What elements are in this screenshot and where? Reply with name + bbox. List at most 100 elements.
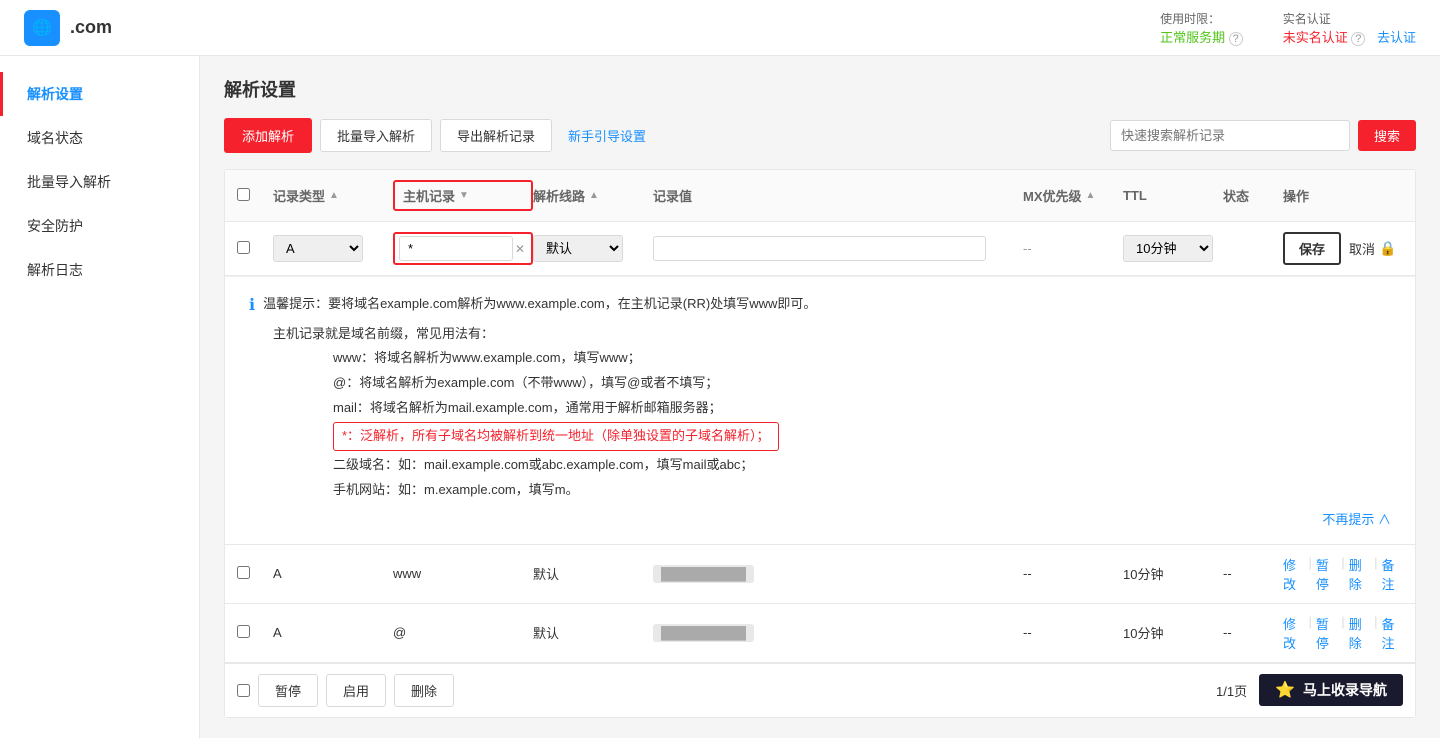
delete-batch-button[interactable]: 删除 <box>394 674 454 707</box>
row1-check[interactable] <box>237 566 250 579</box>
row2-pause[interactable]: 暂停 <box>1316 614 1337 652</box>
banner-text: 马上收录导航 <box>1303 680 1387 700</box>
cancel-button[interactable]: 取消 <box>1349 239 1375 258</box>
auth-link[interactable]: 去认证 <box>1377 30 1416 45</box>
tip-line-2: mail：将域名解析为mail.example.com，通常用于解析邮箱服务器； <box>333 398 1391 419</box>
header-record-type: 记录类型 ▲ <box>273 186 393 205</box>
bottom-right: 1/1页 ⭐ 马上收录导航 <box>1216 674 1403 706</box>
row2-value: ██████████ <box>653 625 1023 640</box>
bottom-checkbox[interactable] <box>237 684 250 697</box>
row1-type: A <box>273 566 393 581</box>
tip-header: ℹ 温馨提示：要将域名example.com解析为www.example.com… <box>249 293 1391 315</box>
header: 🌐 .com 使用时限： 正常服务期 ? 实名认证 未实名认证 ? 去认证 <box>0 0 1440 56</box>
row2-value-blur: ██████████ <box>653 624 754 642</box>
sidebar-item-domain-status[interactable]: 域名状态 <box>0 116 199 160</box>
row1-mx: -- <box>1023 566 1123 581</box>
row2-type: A <box>273 625 393 640</box>
service-label: 使用时限： <box>1160 10 1220 27</box>
row1-line: 默认 <box>533 564 653 583</box>
row2-modify[interactable]: 修改 <box>1283 614 1304 652</box>
action-cell: 保存 取消 🔒 <box>1283 232 1403 265</box>
ttl-select[interactable]: 10分钟 20分钟 1小时 <box>1123 235 1213 262</box>
sidebar-item-parse-log[interactable]: 解析日志 <box>0 248 199 292</box>
page-title: 解析设置 <box>224 76 1416 102</box>
row1-modify[interactable]: 修改 <box>1283 555 1304 593</box>
header-record-value: 记录值 <box>653 186 1023 205</box>
auth-info: 实名认证 未实名认证 ? 去认证 <box>1283 10 1416 46</box>
tip-line-5: 手机网站：如：m.example.com，填写m。 <box>333 480 1391 501</box>
export-button[interactable]: 导出解析记录 <box>440 119 552 152</box>
ttl-cell: 10分钟 20分钟 1小时 <box>1123 235 1223 262</box>
save-button[interactable]: 保存 <box>1283 232 1341 265</box>
pagination-text: 1/1页 <box>1216 681 1247 700</box>
row2-status: -- <box>1223 625 1283 640</box>
collapse-tip-link[interactable]: 不再提示 ∧ <box>1322 512 1391 527</box>
row2-host: @ <box>393 625 533 640</box>
row2-delete[interactable]: 删除 <box>1349 614 1370 652</box>
header-mx-priority: MX优先级 ▲ <box>1023 186 1123 205</box>
row1-delete[interactable]: 删除 <box>1349 555 1370 593</box>
row1-value-blur: ██████████ <box>653 565 754 583</box>
batch-import-button[interactable]: 批量导入解析 <box>320 119 432 152</box>
bottom-banner[interactable]: ⭐ 马上收录导航 <box>1259 674 1403 706</box>
host-record-sort-icon: ▼ <box>459 190 469 201</box>
service-value: 正常服务期 <box>1160 30 1225 45</box>
row1-value: ██████████ <box>653 566 1023 581</box>
header-resolve-line: 解析线路 ▲ <box>533 186 653 205</box>
row2-mx: -- <box>1023 625 1123 640</box>
header-action: 操作 <box>1283 186 1403 205</box>
tip-highlight: *：泛解析，所有子域名均被解析到统一地址（除单独设置的子域名解析）； <box>333 422 779 451</box>
header-logo: 🌐 .com <box>24 10 112 46</box>
tip-box: ℹ 温馨提示：要将域名example.com解析为www.example.com… <box>225 276 1415 545</box>
host-record-input[interactable] <box>399 236 513 261</box>
auth-value: 未实名认证 <box>1283 30 1348 45</box>
record-type-select[interactable]: A AAAA CNAME MX TXT <box>273 235 363 262</box>
row2-line: 默认 <box>533 623 653 642</box>
parse-table: 记录类型 ▲ 主机记录 ▼ 解析线路 ▲ 记录值 MX优先级 ▲ TTL 状态 <box>224 169 1416 718</box>
select-all-checkbox[interactable] <box>237 188 250 201</box>
row2-actions: 修改 | 暂停 | 删除 | 备注 <box>1283 614 1403 652</box>
row1-host: www <box>393 566 533 581</box>
record-value-input[interactable] <box>653 236 986 261</box>
resolve-line-select[interactable]: 默认 联通 电信 <box>533 235 623 262</box>
row1-checkbox <box>237 566 273 582</box>
bottom-bar: 暂停 启用 删除 1/1页 ⭐ 马上收录导航 <box>225 663 1415 717</box>
tip-sub-text: 主机记录就是域名前缀，常见用法有： www：将域名解析为www.example.… <box>249 323 1391 501</box>
tip-line-0: www：将域名解析为www.example.com，填写www； <box>333 348 1391 369</box>
header-right: 使用时限： 正常服务期 ? 实名认证 未实名认证 ? 去认证 <box>1160 10 1416 46</box>
logo-icon: 🌐 <box>24 10 60 46</box>
host-input-cell: ✕ <box>393 232 533 265</box>
logo-text: .com <box>70 17 112 38</box>
toolbar: 添加解析 批量导入解析 导出解析记录 新手引导设置 搜索 <box>224 118 1416 153</box>
row1-actions: 修改 | 暂停 | 删除 | 备注 <box>1283 555 1403 593</box>
row2-check[interactable] <box>237 625 250 638</box>
main-content: 解析设置 添加解析 批量导入解析 导出解析记录 新手引导设置 搜索 记录类型 ▲ <box>200 56 1440 738</box>
search-input[interactable] <box>1110 120 1350 151</box>
sidebar-item-security[interactable]: 安全防护 <box>0 204 199 248</box>
sidebar-item-parse-settings[interactable]: 解析设置 <box>0 72 199 116</box>
enable-batch-button[interactable]: 启用 <box>326 674 386 707</box>
table-header: 记录类型 ▲ 主机记录 ▼ 解析线路 ▲ 记录值 MX优先级 ▲ TTL 状态 <box>225 170 1415 222</box>
service-help: ? <box>1229 32 1243 46</box>
row1-note[interactable]: 备注 <box>1382 555 1403 593</box>
tip-line-1: @：将域名解析为example.com（不带www），填写@或者不填写； <box>333 373 1391 394</box>
search-button[interactable]: 搜索 <box>1358 120 1416 151</box>
sidebar-item-batch-import[interactable]: 批量导入解析 <box>0 160 199 204</box>
row2-ttl: 10分钟 <box>1123 623 1223 642</box>
tip-line-4: 二级域名：如：mail.example.com或abc.example.com，… <box>333 455 1391 476</box>
tip-footer: 不再提示 ∧ <box>249 509 1391 528</box>
header-ttl: TTL <box>1123 188 1223 203</box>
row1-pause[interactable]: 暂停 <box>1316 555 1337 593</box>
pause-batch-button[interactable]: 暂停 <box>258 674 318 707</box>
row2-note[interactable]: 备注 <box>1382 614 1403 652</box>
add-parse-button[interactable]: 添加解析 <box>224 118 312 153</box>
clear-host-icon[interactable]: ✕ <box>513 242 527 256</box>
edit-row-checkbox[interactable] <box>237 241 250 254</box>
service-info: 使用时限： 正常服务期 ? <box>1160 10 1243 46</box>
guide-link[interactable]: 新手引导设置 <box>560 120 654 151</box>
host-record-wrap: ✕ <box>393 232 533 265</box>
lock-icon[interactable]: 🔒 <box>1379 240 1396 257</box>
bottom-left: 暂停 启用 删除 <box>237 674 454 707</box>
tip-sub-label: 主机记录就是域名前缀，常见用法有： <box>273 323 1391 342</box>
info-icon: ℹ <box>249 295 255 315</box>
